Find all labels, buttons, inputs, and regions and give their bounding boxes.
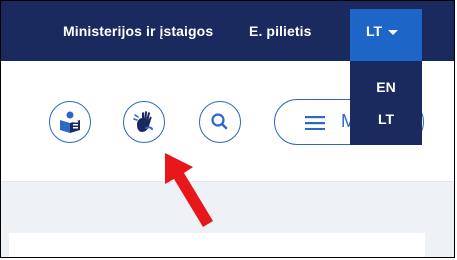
annotation-arrow-icon xyxy=(165,153,213,227)
sign-language-icon xyxy=(133,111,153,132)
language-dropdown: EN LT xyxy=(350,61,422,145)
sign-language-button[interactable] xyxy=(123,101,165,143)
easy-read-icon xyxy=(60,111,80,133)
nav-link-ministries[interactable]: Ministerijos ir įstaigos xyxy=(63,23,213,39)
language-option-lt[interactable]: LT xyxy=(350,111,422,127)
hamburger-icon xyxy=(305,116,325,130)
search-button[interactable] xyxy=(199,101,241,143)
language-option-en[interactable]: EN xyxy=(350,79,422,95)
caret-down-icon xyxy=(388,30,398,35)
language-selector-label: LT xyxy=(366,23,383,39)
page-frame: Ministerijos ir įstaigos E. pilietis LT xyxy=(0,0,455,258)
language-selector-button[interactable]: LT xyxy=(350,9,422,61)
nav-link-epilietis[interactable]: E. pilietis xyxy=(249,23,312,39)
easy-read-button[interactable] xyxy=(49,101,91,143)
search-icon xyxy=(211,113,228,130)
content-card xyxy=(9,233,425,257)
top-navigation-bar: Ministerijos ir įstaigos E. pilietis LT xyxy=(1,1,454,61)
